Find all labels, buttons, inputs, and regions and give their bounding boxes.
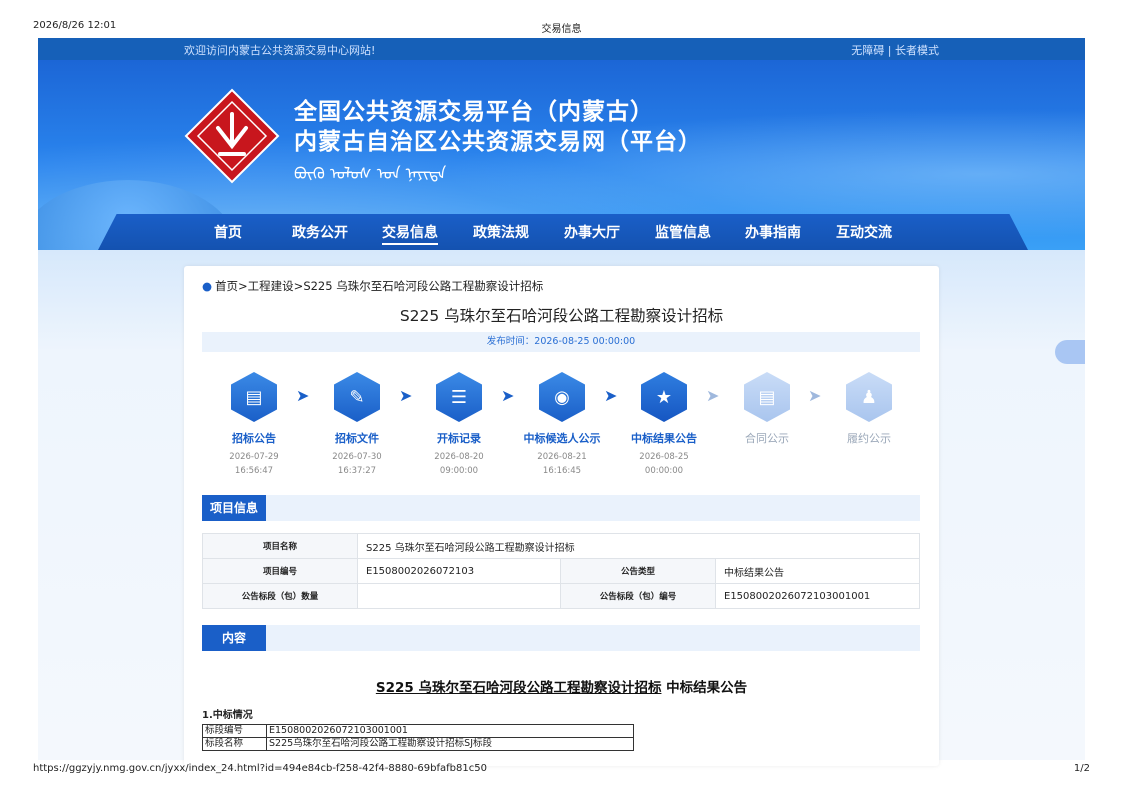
print-tab-title: 交易信息 xyxy=(541,24,582,35)
accessibility-link[interactable]: 无障碍 | 长者模式 xyxy=(851,42,939,58)
print-url: https://ggzyjy.nmg.gov.cn/jyxx/index_24.… xyxy=(33,763,487,774)
chevron-right-icon: ➤ xyxy=(604,386,618,405)
step-performance-notice[interactable]: ♟ 履约公示 xyxy=(829,372,909,446)
print-page-number: 1/2 xyxy=(1073,763,1090,774)
section-project-info: 项目信息 xyxy=(202,495,920,521)
step-label: 开标记录 xyxy=(437,432,481,445)
step-bid-docs[interactable]: ✎ 招标文件 2026-07-30 16:37:27 xyxy=(317,372,397,478)
segment-code-value: E1508002026072103001001 xyxy=(715,583,920,609)
page-title: S225 乌珠尔至石哈河段公路工程勘察设计招标 xyxy=(399,307,724,325)
detail-card: ● 首页>工程建设>S225 乌珠尔至石哈河段公路工程勘察设计招标 S225 乌珠… xyxy=(184,266,939,766)
welcome-text: 欢迎访问内蒙古公共资源交易中心网站! xyxy=(184,44,376,57)
banner-mongolian-script: ᠪᠦᠬᠦ ᠤᠯᠤᠰ ᠤᠨ ᠨᠡᠶᠢᠲᠡ xyxy=(294,164,447,183)
step-time: 09:00:00 xyxy=(439,466,479,476)
step-label: 招标文件 xyxy=(335,432,379,445)
publish-time: 发布时间：2026-08-25 00:00:00 xyxy=(202,332,920,352)
content-title: S225 乌珠尔至石哈河段公路工程勘察设计招标 中标结果公告 xyxy=(184,676,939,696)
chevron-right-icon: ➤ xyxy=(501,386,515,405)
record-icon: ☰ xyxy=(436,372,482,422)
step-opening-record[interactable]: ☰ 开标记录 2026-08-20 09:00:00 xyxy=(419,372,499,478)
table-cell-value: E1508002026072103001001 xyxy=(266,724,634,738)
nav-item-interaction[interactable]: 互动交流 xyxy=(836,222,892,242)
step-result-notice[interactable]: ★ 中标结果公告 2026-08-25 00:00:00 xyxy=(624,372,704,478)
nav-item-home[interactable]: 首页 xyxy=(214,222,242,242)
breadcrumb: ● 首页>工程建设>S225 乌珠尔至石哈河段公路工程勘察设计招标 xyxy=(202,278,543,294)
project-code-value: E1508002026072103 xyxy=(357,558,561,584)
content-title-link[interactable]: S225 乌珠尔至石哈河段公路工程勘察设计招标 xyxy=(376,680,662,696)
section-tag: 内容 xyxy=(202,625,267,651)
step-time: 16:56:47 xyxy=(234,466,274,476)
target-icon: ◉ xyxy=(539,372,585,422)
notice-type-key: 公告类型 xyxy=(560,558,716,584)
segment-code-key: 公告标段（包）编号 xyxy=(560,583,716,609)
project-name-value: S225 乌珠尔至石哈河段公路工程勘察设计招标 xyxy=(357,533,920,559)
content-heading: 1.中标情况 xyxy=(202,710,253,721)
chevron-right-icon: ➤ xyxy=(706,386,720,405)
bid-result-table: 标段编号 E1508002026072103001001 标段名称 S225乌珠… xyxy=(202,724,634,751)
edit-document-icon: ✎ xyxy=(334,372,380,422)
document-icon: ▤ xyxy=(231,372,277,422)
project-code-key: 项目编号 xyxy=(202,558,358,584)
step-bid-notice[interactable]: ▤ 招标公告 2026-07-29 16:56:47 xyxy=(214,372,294,478)
step-date: 2026-08-21 xyxy=(537,452,587,462)
step-candidate-notice[interactable]: ◉ 中标候选人公示 2026-08-21 16:16:45 xyxy=(522,372,602,478)
main-nav: 首页 政务公开 交易信息 政策法规 办事大厅 监管信息 办事指南 互动交流 xyxy=(98,214,1028,250)
site-banner: 全国公共资源交易平台（内蒙古） 内蒙古自治区公共资源交易网（平台） ᠪᠦᠬᠦ ᠤ… xyxy=(38,60,1085,250)
step-date: 2026-08-20 xyxy=(434,452,484,462)
banner-title-1: 全国公共资源交易平台（内蒙古） xyxy=(294,99,654,125)
step-label: 中标结果公告 xyxy=(631,432,697,445)
segment-count-key: 公告标段（包）数量 xyxy=(202,583,358,609)
contract-icon: ▤ xyxy=(744,372,790,422)
side-float-button[interactable] xyxy=(1055,340,1085,364)
step-label: 招标公告 xyxy=(232,432,276,445)
nav-item-trade-info[interactable]: 交易信息 xyxy=(382,222,438,245)
step-contract-notice[interactable]: ▤ 合同公示 xyxy=(727,372,807,446)
location-pin-icon: ● xyxy=(202,279,213,293)
table-cell-value: S225乌珠尔至石哈河段公路工程勘察设计招标SJ标段 xyxy=(266,737,634,751)
project-info-table: 项目名称 S225 乌珠尔至石哈河段公路工程勘察设计招标 项目编号 E15080… xyxy=(202,533,920,609)
site-logo-icon[interactable] xyxy=(184,88,280,184)
step-date: 2026-08-25 xyxy=(639,452,689,462)
step-time: 00:00:00 xyxy=(644,466,684,476)
nav-item-supervision[interactable]: 监管信息 xyxy=(655,222,711,242)
notice-type-value: 中标结果公告 xyxy=(715,558,920,584)
section-tag: 项目信息 xyxy=(202,495,267,521)
step-label: 履约公示 xyxy=(847,432,891,445)
step-date: 2026-07-29 xyxy=(229,452,279,462)
award-icon: ★ xyxy=(641,372,687,422)
nav-item-gov-affairs[interactable]: 政务公开 xyxy=(292,222,348,242)
chevron-right-icon: ➤ xyxy=(808,386,822,405)
breadcrumb-text[interactable]: 首页>工程建设>S225 乌珠尔至石哈河段公路工程勘察设计招标 xyxy=(215,279,543,293)
top-bar: 欢迎访问内蒙古公共资源交易中心网站! 无障碍 | 长者模式 xyxy=(38,38,1085,60)
chevron-right-icon: ➤ xyxy=(399,386,413,405)
segment-count-value xyxy=(357,583,561,609)
table-cell-key: 标段名称 xyxy=(202,737,267,751)
step-label: 合同公示 xyxy=(745,432,789,445)
print-footer: https://ggzyjy.nmg.gov.cn/jyxx/index_24.… xyxy=(33,763,1090,777)
section-content: 内容 xyxy=(202,625,920,651)
people-icon: ♟ xyxy=(846,372,892,422)
chevron-right-icon: ➤ xyxy=(296,386,310,405)
banner-title-2: 内蒙古自治区公共资源交易网（平台） xyxy=(294,129,702,155)
nav-item-policy[interactable]: 政策法规 xyxy=(473,222,529,242)
print-header: 2026/8/26 12:01 交易信息 xyxy=(33,20,1090,36)
step-date: 2026-07-30 xyxy=(332,452,382,462)
project-name-key: 项目名称 xyxy=(202,533,358,559)
nav-item-guide[interactable]: 办事指南 xyxy=(745,222,801,242)
step-label: 中标候选人公示 xyxy=(523,432,601,445)
table-row: 标段编号 E1508002026072103001001 xyxy=(202,724,634,738)
step-time: 16:16:45 xyxy=(542,466,582,476)
table-row: 标段名称 S225乌珠尔至石哈河段公路工程勘察设计招标SJ标段 xyxy=(202,737,634,751)
nav-item-service-hall[interactable]: 办事大厅 xyxy=(564,222,620,242)
content-title-suffix: 中标结果公告 xyxy=(661,680,748,696)
step-time: 16:37:27 xyxy=(337,466,377,476)
table-cell-key: 标段编号 xyxy=(202,724,267,738)
